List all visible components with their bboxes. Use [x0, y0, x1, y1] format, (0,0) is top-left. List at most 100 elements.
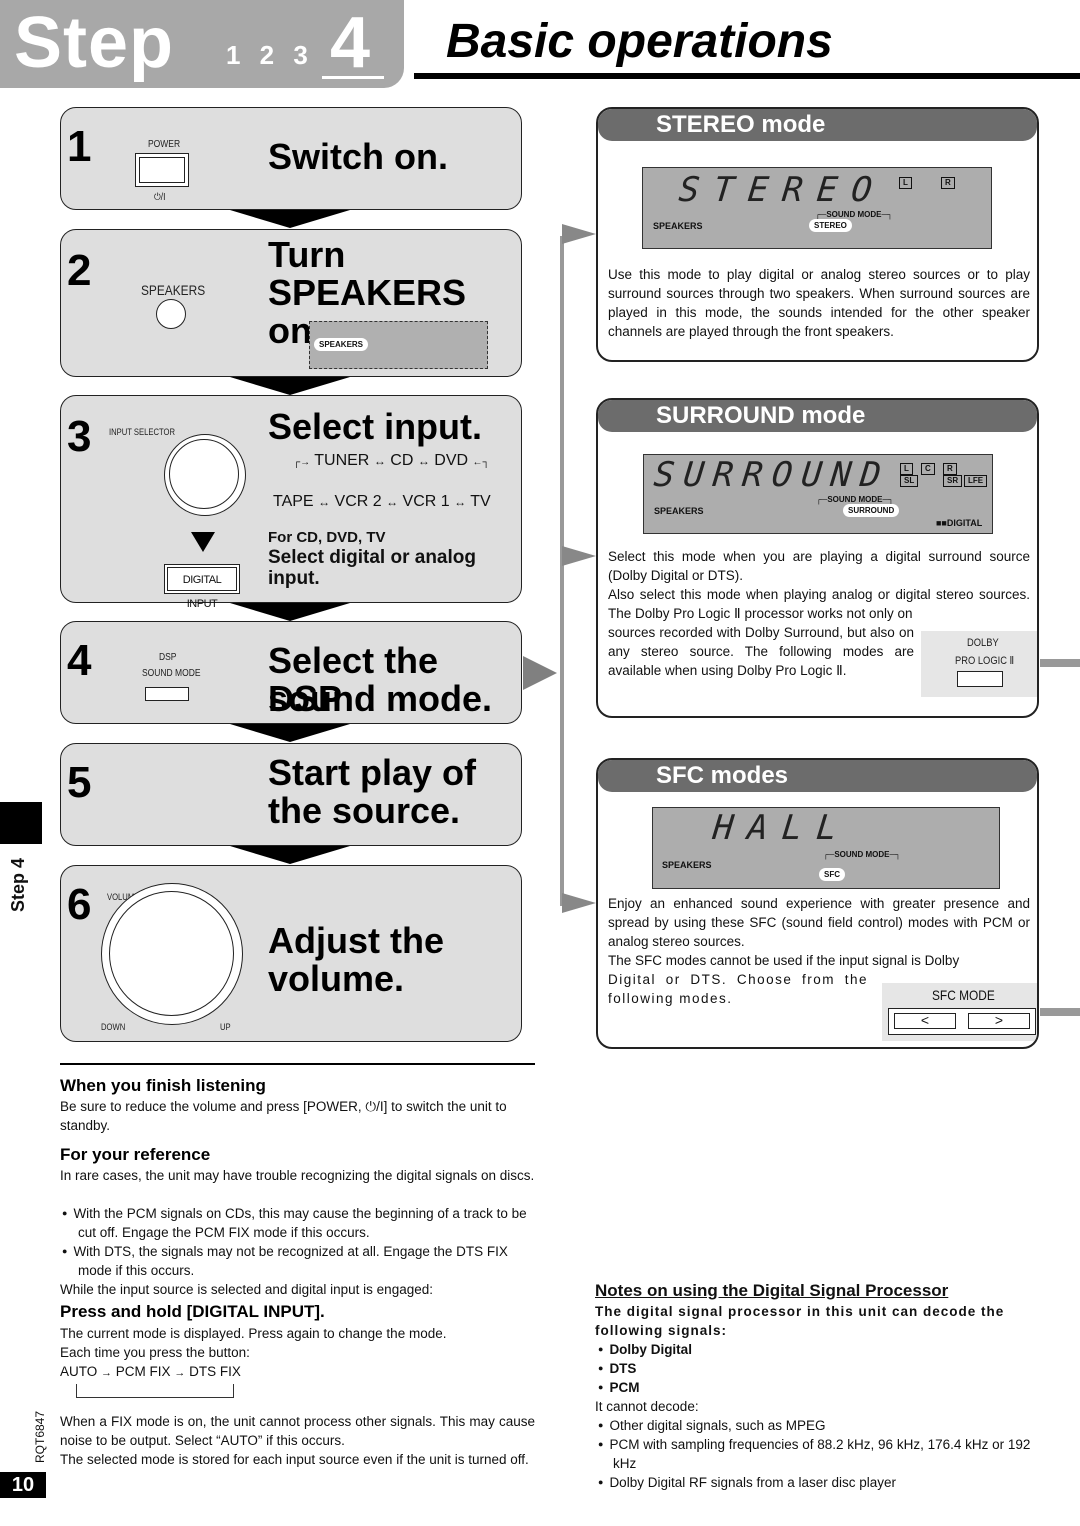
arrow-down-icon	[230, 210, 350, 228]
channel-r: R	[941, 177, 955, 189]
sound-mode-label: SOUND MODE	[826, 210, 882, 219]
dolby-pro-logic-button[interactable]	[957, 671, 1003, 687]
mode-dts-fix: DTS FIX	[189, 1364, 241, 1379]
panel-title: SURROUND mode	[598, 400, 1037, 432]
digital-input-label: DIGITAL INPUT	[167, 567, 237, 610]
step-6-card: 6 VOLUME DOWN UP Adjust the volume.	[60, 865, 522, 1042]
arrow-right-icon	[562, 546, 596, 566]
speakers-display: SPEAKERS	[309, 321, 488, 369]
stereo-display: STEREO L R ┌─SOUND MODE─┐ SPEAKERS STERE…	[642, 167, 992, 249]
step-title: Select input.	[268, 406, 483, 447]
speakers-indicator: SPEAKERS	[314, 338, 369, 351]
finish-text: Be sure to reduce the volume and press […	[60, 1099, 507, 1133]
speakers-indicator: SPEAKERS	[653, 221, 703, 231]
surround-display: SURROUND L C R SL SR LFE ┌─SOUND MODE─┐ …	[643, 454, 993, 534]
step-1-card: 1 POWER ⏻/I Switch on.	[60, 107, 522, 210]
side-tab-label: Step 4	[8, 857, 28, 912]
display-text: SURROUND	[651, 455, 892, 495]
mode-description-p2-wrap: sources recorded with Dolby Surround, bu…	[608, 625, 914, 678]
fix-note-1: When a FIX mode is on, the unit cannot p…	[60, 1414, 535, 1448]
mode-indicator: SURROUND	[843, 504, 900, 517]
mode-cycle: AUTO → PCM FIX → DTS FIX	[60, 1364, 241, 1379]
volume-knob[interactable]	[101, 883, 243, 1025]
step-number: 6	[67, 880, 92, 929]
source-vcr2: VCR 2	[334, 493, 382, 510]
input-selector-label: INPUT SELECTOR	[109, 427, 176, 437]
mode-cycle-return-arrow	[76, 1384, 234, 1398]
arrow-down-icon	[230, 603, 350, 621]
sfc-modes-panel: SFC modes HALL ┌─SOUND MODE─┐ SPEAKERS S…	[596, 758, 1039, 1049]
step-number: 2	[67, 246, 92, 295]
reference-condition: While the input source is selected and d…	[60, 1282, 433, 1297]
mode-description-p2: Also select this mode when playing analo…	[608, 587, 1030, 621]
volume-up-label: UP	[220, 1022, 231, 1032]
mode-indicator: STEREO	[809, 219, 852, 232]
page-edge-tab	[1040, 1008, 1080, 1016]
reference-bullet: With the PCM signals on CDs, this may ca…	[62, 1204, 535, 1242]
power-button[interactable]	[135, 153, 189, 187]
can-decode-item: DTS	[598, 1359, 636, 1378]
power-standby-icon: ⏻/I	[154, 192, 166, 203]
source-dvd: DVD	[434, 452, 469, 469]
dsp-notes-intro: The digital signal processor in this uni…	[595, 1304, 1005, 1338]
channel-sl: SL	[900, 475, 919, 487]
header-step-word: Step	[14, 3, 175, 83]
mode-pcm-fix: PCM FIX	[115, 1364, 171, 1379]
side-tab-marker	[0, 802, 42, 844]
page-number: 10	[0, 1472, 46, 1498]
sub-heading: For CD, DVD, TV	[268, 529, 386, 546]
sfc-prev-button[interactable]: <	[894, 1013, 956, 1029]
dolby-pro-logic-box: DOLBY PRO LOGIC Ⅱ	[921, 631, 1037, 697]
finish-heading: When you finish listening	[60, 1076, 266, 1095]
page-edge-tab	[1040, 659, 1080, 667]
channel-sr: SR	[943, 475, 963, 487]
step-number: 5	[67, 758, 92, 807]
speakers-indicator: SPEAKERS	[654, 506, 704, 516]
arrow-down-icon	[230, 724, 350, 742]
speakers-indicator: SPEAKERS	[662, 860, 712, 870]
speakers-label: SPEAKERS	[141, 282, 206, 298]
digital-badge: DIGITAL	[946, 518, 983, 528]
cannot-decode-item: PCM with sampling frequencies of 88.2 kH…	[598, 1435, 1044, 1473]
cannot-decode-item: Other digital signals, such as MPEG	[598, 1416, 1044, 1435]
sfc-display: HALL ┌─SOUND MODE─┐ SPEAKERS SFC	[652, 807, 1000, 889]
sfc-mode-label: SFC MODE	[932, 987, 995, 1003]
dsp-sound-mode-button[interactable]	[145, 687, 189, 701]
mode-indicator: SFC	[819, 868, 845, 881]
reference-bullet: With DTS, the signals may not be recogni…	[62, 1242, 535, 1280]
stereo-mode-panel: STEREO mode STEREO L R ┌─SOUND MODE─┐ SP…	[596, 107, 1039, 362]
display-text: HALL	[710, 808, 853, 848]
mode-connector-line	[560, 236, 564, 906]
current-step-underline	[322, 76, 384, 79]
input-selector-knob[interactable]	[164, 434, 246, 516]
step-title-line2: sound mode.	[268, 678, 492, 719]
channel-c: C	[921, 463, 935, 475]
step-title-line2: volume.	[268, 958, 405, 999]
mode-description-p2-wrap: Digital or DTS. Choose from the followin…	[608, 972, 868, 1006]
arrow-right-icon	[562, 893, 596, 913]
mode-description-p1: Enjoy an enhanced sound experience with …	[608, 896, 1030, 949]
step-title-line1: Adjust the	[268, 920, 444, 961]
source-vcr1: VCR 1	[402, 493, 450, 510]
sfc-next-button[interactable]: >	[968, 1013, 1030, 1029]
step-title-line1: Start play of	[268, 752, 477, 793]
dolby-digital-icon: ■■	[936, 518, 947, 528]
source-cycle-row2: TAPE ↔ VCR 2 ↔ VCR 1 ↔ TV	[273, 493, 491, 510]
step-5-card: 5 Start play of the source.	[60, 743, 522, 846]
step-title-line2: the source.	[268, 790, 461, 831]
page-title: Basic operations	[446, 15, 833, 68]
sound-mode-label: SOUND MODE	[827, 495, 883, 504]
channel-lfe: LFE	[964, 475, 988, 487]
fix-note-2: The selected mode is stored for each inp…	[60, 1452, 529, 1467]
display-text: STEREO	[676, 170, 888, 210]
action-text-1: The current mode is displayed. Press aga…	[60, 1326, 447, 1341]
digital-input-button[interactable]: DIGITAL INPUT	[164, 564, 240, 610]
speakers-button[interactable]	[156, 299, 186, 329]
can-decode-item: PCM	[598, 1378, 639, 1397]
header-current-step: 4	[330, 3, 371, 83]
doc-code: RQT6847	[33, 1410, 47, 1463]
channel-r: R	[943, 463, 957, 475]
step-4-card: 4 DSP SOUND MODE Select the DSP sound mo…	[60, 621, 522, 724]
cannot-decode-heading: It cannot decode:	[595, 1399, 699, 1414]
step-number: 3	[67, 412, 92, 461]
